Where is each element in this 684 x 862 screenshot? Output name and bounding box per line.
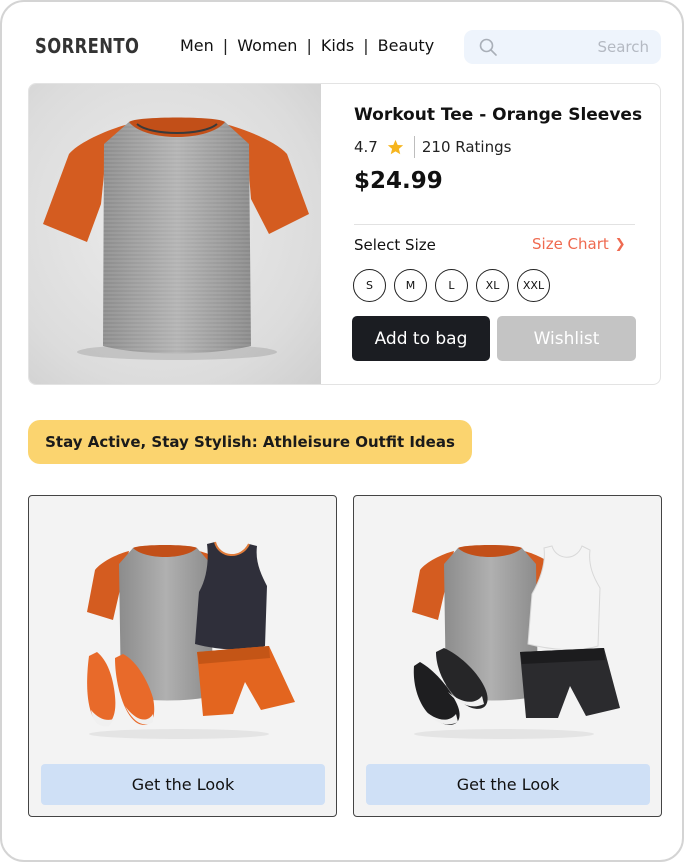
size-option-xl[interactable]: XL bbox=[476, 269, 509, 302]
nav-separator: | bbox=[363, 36, 369, 55]
main-nav: Men | Women | Kids | Beauty bbox=[180, 36, 434, 55]
search-input[interactable]: Search bbox=[464, 30, 661, 64]
nav-item-kids[interactable]: Kids bbox=[321, 36, 354, 55]
rating-row: 4.7 210 Ratings bbox=[354, 136, 511, 158]
size-chart-label: Size Chart bbox=[532, 235, 609, 253]
page-frame: SORRENTO Men | Women | Kids | Beauty Sea… bbox=[0, 0, 684, 862]
size-chart-link[interactable]: Size Chart ❯ bbox=[532, 235, 626, 253]
product-card: Workout Tee - Orange Sleeves 4.7 210 Rat… bbox=[28, 83, 661, 385]
brand-logo[interactable]: SORRENTO bbox=[35, 34, 139, 58]
wishlist-button[interactable]: Wishlist bbox=[497, 316, 636, 361]
product-image[interactable] bbox=[29, 84, 321, 384]
product-title: Workout Tee - Orange Sleeves bbox=[354, 105, 643, 125]
rating-value: 4.7 bbox=[354, 138, 378, 156]
look-card-monochrome: Get the Look bbox=[353, 495, 662, 817]
size-option-xxl[interactable]: XXL bbox=[517, 269, 550, 302]
search-placeholder: Search bbox=[597, 38, 649, 56]
nav-separator: | bbox=[222, 36, 229, 55]
divider bbox=[354, 224, 635, 225]
nav-item-beauty[interactable]: Beauty bbox=[378, 36, 435, 55]
size-option-l[interactable]: L bbox=[435, 269, 468, 302]
add-to-bag-button[interactable]: Add to bag bbox=[352, 316, 490, 361]
monochrome-outfit-image[interactable] bbox=[354, 496, 662, 756]
look-card-orange: Get the Look bbox=[28, 495, 337, 817]
outfit-ideas-banner: Stay Active, Stay Stylish: Athleisure Ou… bbox=[28, 420, 472, 464]
star-icon bbox=[387, 139, 404, 154]
search-icon bbox=[479, 38, 497, 56]
product-price: $24.99 bbox=[354, 168, 443, 194]
tshirt-image bbox=[43, 117, 309, 360]
chevron-right-icon: ❯ bbox=[614, 236, 626, 252]
orange-outfit-image[interactable] bbox=[29, 496, 337, 756]
ratings-count[interactable]: 210 Ratings bbox=[422, 138, 512, 156]
size-options: S M L XL XXL bbox=[353, 269, 550, 302]
select-size-label: Select Size bbox=[354, 236, 436, 254]
nav-separator: | bbox=[306, 36, 312, 55]
size-option-s[interactable]: S bbox=[353, 269, 386, 302]
nav-item-women[interactable]: Women bbox=[237, 36, 297, 55]
nav-item-men[interactable]: Men bbox=[180, 36, 214, 55]
size-option-m[interactable]: M bbox=[394, 269, 427, 302]
get-the-look-button[interactable]: Get the Look bbox=[41, 764, 325, 805]
rating-divider bbox=[413, 136, 415, 158]
get-the-look-button[interactable]: Get the Look bbox=[366, 764, 650, 805]
